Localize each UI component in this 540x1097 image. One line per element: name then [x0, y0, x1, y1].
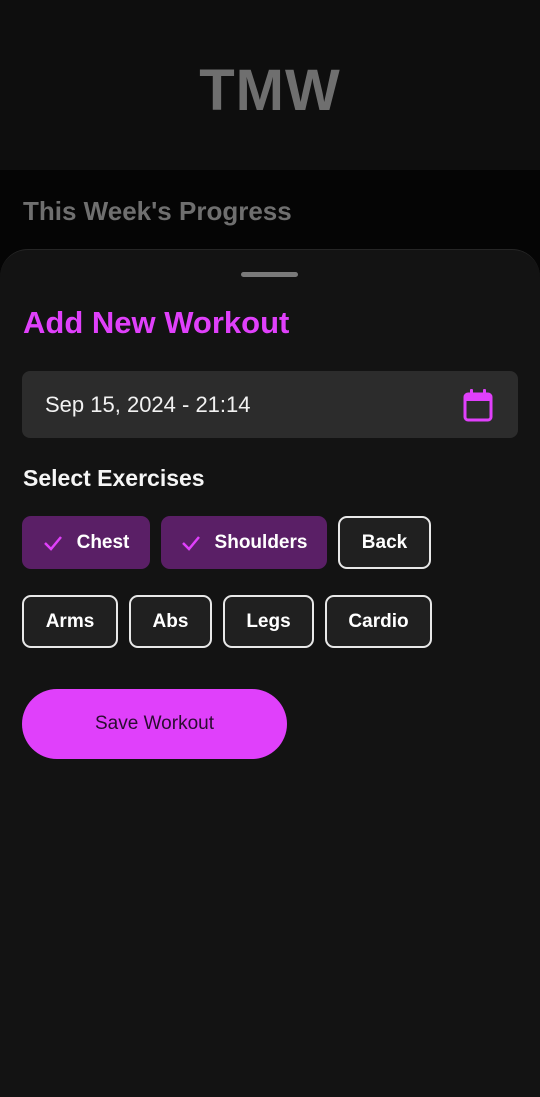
date-time-value: Sep 15, 2024 - 21:14: [45, 391, 251, 417]
check-icon: [43, 535, 62, 551]
chip-cardio[interactable]: Cardio: [325, 595, 432, 648]
chip-arms[interactable]: Arms: [22, 595, 118, 648]
chip-label: Legs: [246, 610, 291, 632]
chip-label: Shoulders: [214, 531, 308, 553]
app-title: TMW: [199, 57, 341, 123]
sheet-drag-handle[interactable]: [241, 272, 298, 277]
save-workout-button[interactable]: Save Workout: [22, 689, 287, 759]
chip-chest[interactable]: Chest: [22, 516, 150, 569]
chip-label: Abs: [152, 610, 189, 632]
chip-label: Cardio: [348, 610, 409, 632]
date-time-field[interactable]: Sep 15, 2024 - 21:14: [22, 371, 518, 438]
chip-shoulders[interactable]: Shoulders: [161, 516, 327, 569]
chip-legs[interactable]: Legs: [223, 595, 314, 648]
app-header: TMW: [0, 0, 540, 170]
chip-label: Arms: [45, 610, 95, 632]
sheet-title: Add New Workout: [23, 305, 290, 340]
calendar-icon[interactable]: [462, 388, 494, 422]
add-workout-sheet: Add New Workout Sep 15, 2024 - 21:14 Sel…: [0, 249, 540, 1097]
select-exercises-label: Select Exercises: [23, 465, 205, 491]
chip-abs[interactable]: Abs: [129, 595, 212, 648]
check-icon: [181, 535, 200, 551]
chip-label: Chest: [76, 531, 130, 553]
progress-section-title: This Week's Progress: [23, 196, 292, 226]
chip-back[interactable]: Back: [338, 516, 431, 569]
chip-label: Back: [361, 531, 408, 553]
